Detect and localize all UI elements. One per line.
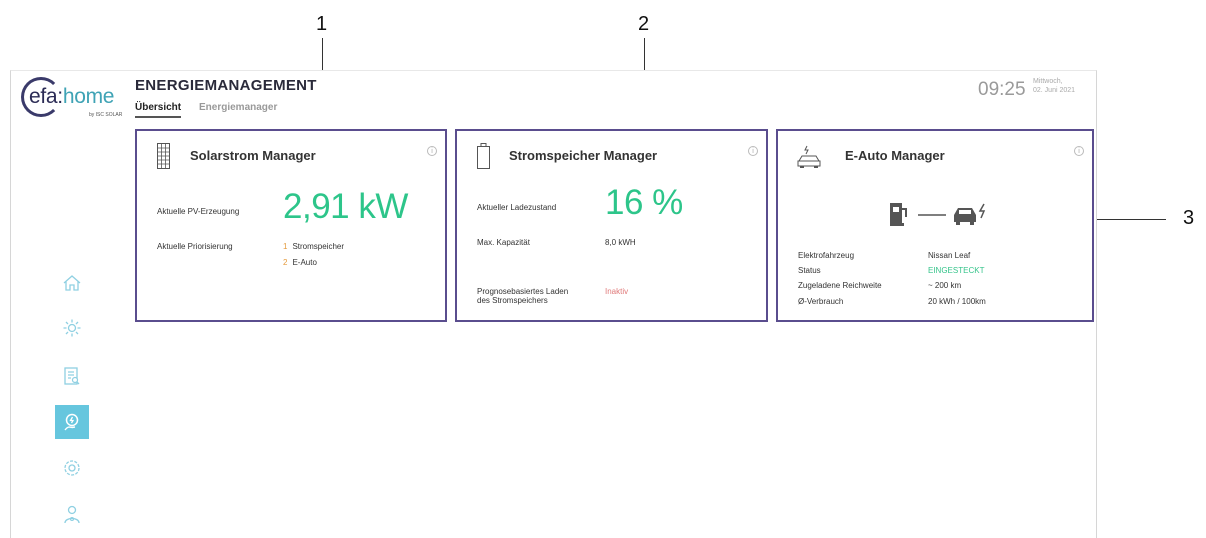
- forecast-charging-label: Prognosebasiertes Laden des Stromspeicher…: [477, 287, 569, 305]
- logo-subtitle: by ISC SOLAR: [89, 112, 123, 118]
- ev-value-status: EINGESTECKT: [928, 266, 985, 275]
- priority-item-1: 1 Stromspeicher: [283, 242, 345, 251]
- charger-to-car-illustration: [890, 203, 986, 226]
- sidebar-item-user[interactable]: [55, 497, 89, 531]
- card-title: Solarstrom Manager: [190, 148, 316, 163]
- user-icon: [64, 505, 80, 524]
- ev-label-consumption: Ø-Verbrauch: [798, 297, 844, 306]
- solar-manager-card[interactable]: Solarstrom Manager i Aktuelle PV-Erzeugu…: [135, 129, 447, 322]
- sidebar-item-energy-management[interactable]: [55, 405, 89, 439]
- tab-overview[interactable]: Übersicht: [135, 102, 182, 118]
- sidebar-item-settings[interactable]: [55, 451, 89, 485]
- ev-label-vehicle: Elektrofahrzeug: [798, 251, 855, 260]
- efa-home-logo[interactable]: efa:home by ISC SOLAR: [21, 75, 131, 123]
- ev-label-status: Status: [798, 266, 821, 275]
- tab-energiemanager[interactable]: Energiemanager: [199, 102, 277, 113]
- ev-value-vehicle: Nissan Leaf: [928, 251, 971, 260]
- state-of-charge-label: Aktueller Ladezustand: [477, 203, 557, 212]
- callout-line-3: [1094, 219, 1166, 220]
- energy-manager-icon: [64, 413, 79, 431]
- forecast-charging-status: Inaktiv: [605, 287, 629, 296]
- priority-label: Aktuelle Priorisierung: [157, 242, 233, 251]
- logo-wordmark: efa:home: [29, 85, 115, 108]
- ev-label-range: Zugeladene Reichweite: [798, 281, 882, 290]
- battery-icon: [477, 143, 490, 169]
- storage-manager-card[interactable]: Stromspeicher Manager i Aktueller Ladezu…: [455, 129, 768, 322]
- callout-number-3: 3: [1183, 207, 1195, 229]
- capacity-label: Max. Kapazität: [477, 238, 530, 247]
- ev-manager-card[interactable]: E-Auto Manager i Elektrofahrzeug Nissan …: [776, 129, 1094, 322]
- card-title: Stromspeicher Manager: [509, 148, 658, 163]
- capacity-value: 8,0 kWH: [605, 238, 636, 247]
- card-title: E-Auto Manager: [845, 148, 945, 163]
- callout-number-2: 2: [638, 13, 650, 35]
- gear-icon: [64, 460, 80, 476]
- sidebar-item-solar[interactable]: [55, 311, 89, 345]
- pv-generation-label: Aktuelle PV-Erzeugung: [157, 207, 240, 216]
- car-charging-icon: [797, 145, 821, 168]
- ev-value-consumption: 20 kWh / 100km: [928, 297, 986, 306]
- solar-panel-icon: [157, 143, 170, 169]
- report-icon: [64, 367, 80, 385]
- page-title: ENERGIEMANAGEMENT: [135, 77, 317, 94]
- callout-number-1: 1: [316, 13, 328, 35]
- priority-item-2: 2 E-Auto: [283, 258, 317, 267]
- clock-date: Mittwoch, 02. Juni 2021: [1033, 78, 1076, 94]
- info-icon[interactable]: i: [427, 146, 437, 156]
- sun-icon: [63, 319, 81, 337]
- app-window: efa:home by ISC SOLAR ENERGIEMANAGEMENT …: [10, 70, 1097, 538]
- sidebar-item-home[interactable]: [55, 266, 89, 300]
- clock-time: 09:25: [978, 79, 1026, 100]
- pv-generation-value: 2,91 kW: [283, 187, 408, 226]
- state-of-charge-value: 16 %: [605, 183, 683, 222]
- home-icon: [63, 275, 81, 291]
- sidebar-item-reports[interactable]: [55, 359, 89, 393]
- screenshot-root: 1 2 3 efa:home by ISC SOLAR ENERGIEMANAG…: [0, 0, 1206, 538]
- ev-value-range: ~ 200 km: [928, 281, 962, 290]
- info-icon[interactable]: i: [1074, 146, 1084, 156]
- info-icon[interactable]: i: [748, 146, 758, 156]
